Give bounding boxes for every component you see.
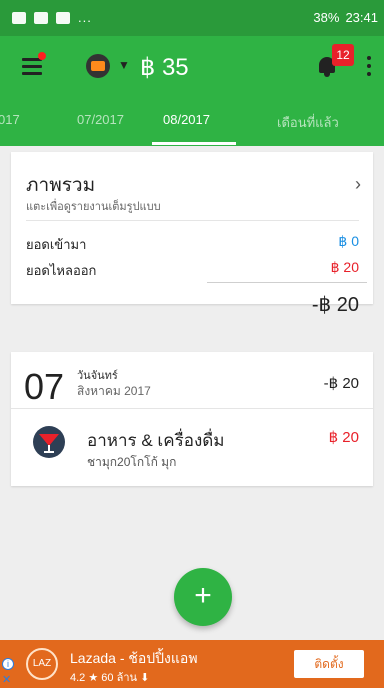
wallet-balance[interactable]: ฿ 35: [140, 53, 189, 82]
lazada-logo: LAZ: [26, 648, 58, 680]
tab-indicator: [152, 142, 236, 145]
ad-info-icon[interactable]: i: [2, 658, 14, 670]
day-group-card: 07 วันจันทร์ สิงหาคม 2017 -฿ 20 อาหาร & …: [11, 352, 373, 486]
divider: [26, 220, 359, 221]
status-more: ...: [78, 10, 92, 25]
menu-button[interactable]: [22, 52, 46, 76]
battery-percent: 38%: [313, 10, 340, 25]
wallet-dropdown-icon[interactable]: ▼: [118, 58, 130, 72]
tab-07-2017[interactable]: 07/2017: [77, 112, 124, 127]
more-options-icon[interactable]: [366, 56, 372, 76]
tab-08-2017[interactable]: 08/2017: [163, 112, 210, 127]
download-icon: ⬇: [140, 672, 150, 684]
tab-prev-2017[interactable]: 017: [0, 112, 20, 127]
status-bar: ... 38% 23:41: [0, 0, 384, 36]
star-icon: ★: [88, 672, 102, 684]
outflow-value: ฿ 20: [330, 259, 359, 275]
ad-rating-row: 4.2 ★ 60 ล้าน ⬇: [70, 668, 149, 686]
ad-title: Lazada - ช้อปปิ้งแอพ: [70, 650, 198, 666]
play-store-icon: [34, 11, 48, 24]
overview-subtitle: แตะเพื่อดูรายงานเต็มรูปแบบ: [26, 201, 161, 213]
transaction-category: อาหาร & เครื่องดื่ม: [87, 431, 225, 450]
month-tabs: 017 07/2017 08/2017 เดือนที่แล้ว: [0, 98, 384, 146]
transaction-note: ชามุก20โกโก้ มุก: [87, 455, 177, 469]
overview-title: ภาพรวม: [26, 175, 96, 196]
chevron-right-icon[interactable]: ›: [355, 174, 361, 195]
status-time: 23:41: [345, 10, 378, 25]
day-number: 07: [24, 366, 65, 407]
divider: [11, 408, 373, 409]
gallery-icon: [12, 11, 26, 24]
chat-icon: [56, 11, 70, 24]
day-month-year: สิงหาคม 2017: [77, 384, 151, 398]
inflow-value: ฿ 0: [338, 233, 359, 249]
ad-banner[interactable]: i ✕ LAZ Lazada - ช้อปปิ้งแอพ 4.2 ★ 60 ล้…: [0, 640, 384, 688]
transaction-amount: ฿ 20: [328, 429, 359, 446]
install-button[interactable]: ติดตั้ง: [294, 650, 364, 678]
add-transaction-button[interactable]: +: [174, 568, 232, 626]
tab-last-month[interactable]: เดือนที่แล้ว: [277, 112, 339, 133]
wallet-icon[interactable]: [86, 54, 110, 78]
total-divider: [207, 282, 367, 283]
ad-downloads: 60 ล้าน: [101, 672, 138, 684]
overview-card[interactable]: ภาพรวม แตะเพื่อดูรายงานเต็มรูปแบบ › ยอดเ…: [11, 152, 373, 316]
ad-rating: 4.2: [70, 672, 86, 684]
cocktail-glass-icon: [33, 426, 65, 458]
inflow-label: ยอดเข้ามา: [26, 237, 87, 252]
day-total: -฿ 20: [323, 375, 359, 392]
menu-alert-dot: [38, 52, 46, 60]
notification-badge: 12: [332, 44, 354, 66]
app-bar: ▼ ฿ 35 12: [0, 36, 384, 98]
overview-total: -฿ 20: [311, 294, 359, 316]
outflow-label: ยอดไหลออก: [26, 263, 97, 278]
ad-close-icon[interactable]: ✕: [2, 673, 11, 686]
